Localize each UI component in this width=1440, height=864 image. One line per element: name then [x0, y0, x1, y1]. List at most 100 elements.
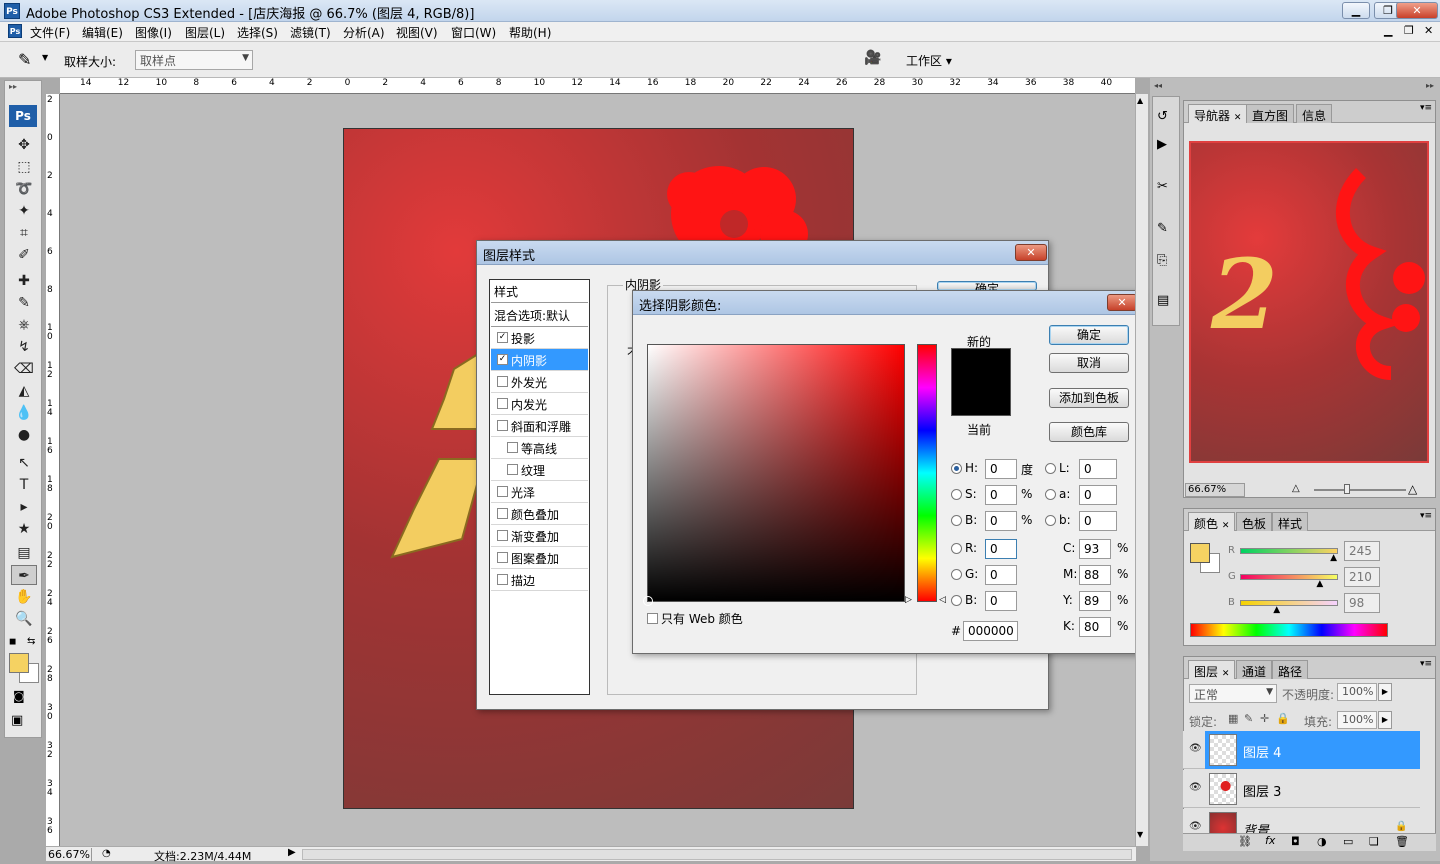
rgb-input-0[interactable]: 0 [985, 539, 1017, 559]
style-checkbox[interactable]: ✓ [497, 354, 508, 365]
lab-input-0[interactable]: 0 [1079, 459, 1117, 479]
lab-input-2[interactable]: 0 [1079, 511, 1117, 531]
default-colors-icon[interactable]: ◼ [9, 637, 16, 647]
status-icon[interactable]: ◔ [102, 848, 111, 859]
delete-layer-icon[interactable]: 🗑 [1395, 835, 1409, 848]
paint-bucket-icon[interactable]: ◭ [11, 381, 37, 401]
channel-slider-1[interactable] [1240, 574, 1338, 580]
history-icon[interactable]: ↺ [1157, 109, 1168, 124]
eyedropper-icon[interactable]: ✎ [18, 50, 31, 69]
direct-select-icon[interactable]: ▸ [11, 497, 37, 517]
zoom-level[interactable]: 66.67% [48, 848, 92, 861]
style-checkbox[interactable] [497, 508, 508, 519]
panel-menu-icon[interactable]: ▾≡ [1420, 659, 1432, 669]
status-menu-arrow-icon[interactable]: ▶ [288, 847, 296, 858]
layer-row-2[interactable]: 👁 背景 🔒 [1183, 809, 1420, 835]
foreground-color-swatch[interactable] [1190, 543, 1210, 563]
style-item-8[interactable]: 颜色叠加 [491, 503, 588, 525]
quick-mask-icon[interactable]: ◙ [13, 689, 25, 703]
magic-wand-icon[interactable]: ✦ [11, 201, 37, 221]
tab-layers[interactable]: 图层 ✕ [1188, 660, 1236, 679]
path-select-icon[interactable]: ↖ [11, 453, 37, 473]
close-icon[interactable]: ✕ [1222, 521, 1230, 531]
lab-input-1[interactable]: 0 [1079, 485, 1117, 505]
hand-tool-icon[interactable]: ✋ [11, 587, 37, 607]
history-brush-icon[interactable]: ↯ [11, 337, 37, 357]
preset-dropdown-icon[interactable]: ▼ [42, 53, 48, 62]
hex-input[interactable]: 000000 [963, 621, 1018, 641]
scroll-up-icon[interactable]: ▲ [1137, 96, 1143, 105]
zoom-in-icon[interactable]: △ [1408, 482, 1417, 496]
menu-item-1[interactable]: 编辑(E) [82, 24, 123, 41]
close-icon[interactable]: ✕ [1107, 294, 1137, 311]
close-icon[interactable]: ✕ [1222, 669, 1230, 679]
hsb-input-1[interactable]: 0 [985, 485, 1017, 505]
cmyk-input-1[interactable]: 88 [1079, 565, 1111, 585]
style-checkbox[interactable] [497, 574, 508, 585]
hue-slider[interactable] [917, 344, 937, 602]
doc-restore-icon[interactable]: ❐ [1404, 24, 1414, 37]
style-item-0[interactable]: ✓ 投影 [491, 327, 588, 349]
horizontal-scrollbar[interactable] [302, 849, 1132, 860]
lock-transparent-icon[interactable]: ▦ [1228, 712, 1238, 725]
style-checkbox[interactable] [497, 420, 508, 431]
rgb-input-1[interactable]: 0 [985, 565, 1017, 585]
style-checkbox[interactable] [507, 442, 518, 453]
layer-comps-icon[interactable]: ▤ [1157, 293, 1169, 308]
style-checkbox[interactable] [507, 464, 518, 475]
tab-channels[interactable]: 通道 [1236, 660, 1273, 679]
blur-tool-icon[interactable]: 💧 [11, 403, 37, 423]
channel-value-0[interactable]: 245 [1344, 541, 1380, 561]
close-icon[interactable]: ✕ [1015, 244, 1047, 261]
layer-row-0[interactable]: 👁 图层 4 [1183, 731, 1420, 769]
saturation-brightness-field[interactable] [643, 344, 905, 606]
menu-item-8[interactable]: 窗口(W) [451, 24, 496, 41]
menu-item-9[interactable]: 帮助(H) [509, 24, 551, 41]
marquee-tool-icon[interactable]: ⬚ [11, 157, 37, 177]
swap-colors-icon[interactable]: ⇆ [27, 636, 35, 647]
doc-close-icon[interactable]: ✕ [1424, 24, 1433, 37]
channel-slider-0[interactable] [1240, 548, 1338, 554]
layer-row-1[interactable]: 👁 图层 3 [1183, 770, 1420, 808]
style-item-3[interactable]: 内发光 [491, 393, 588, 415]
clone-stamp-icon[interactable]: ⎈ [11, 315, 37, 335]
lasso-tool-icon[interactable]: ➰ [11, 179, 37, 199]
tab-color[interactable]: 颜色 ✕ [1188, 512, 1236, 531]
hue-slider-right-arrow-icon[interactable]: ▷ [905, 595, 912, 605]
rgb-radio-1[interactable] [951, 569, 962, 580]
layer-select-area[interactable]: 图层 4 [1205, 731, 1420, 769]
eyedropper-tool-icon[interactable]: ✒ [11, 565, 37, 585]
fill-arrow-icon[interactable]: ▶ [1378, 711, 1392, 729]
panel-menu-icon[interactable]: ▾≡ [1420, 511, 1432, 521]
tab-styles[interactable]: 样式 [1272, 512, 1309, 531]
style-checkbox[interactable] [497, 552, 508, 563]
fx-icon[interactable]: fx [1265, 834, 1275, 847]
layer-select-area[interactable]: 图层 3 [1205, 770, 1420, 808]
zoom-slider[interactable] [1314, 489, 1406, 491]
style-checkbox[interactable] [497, 376, 508, 387]
actions-icon[interactable]: ▶ [1157, 137, 1167, 152]
styles-header[interactable]: 样式 [491, 281, 588, 303]
style-checkbox[interactable] [497, 398, 508, 409]
menu-item-6[interactable]: 分析(A) [343, 24, 385, 41]
navigator-zoom-field[interactable]: 66.67% [1185, 483, 1245, 497]
color-libraries-button[interactable]: 颜色库 [1049, 422, 1129, 442]
style-item-7[interactable]: 光泽 [491, 481, 588, 503]
hue-slider-left-arrow-icon[interactable]: ◁ [939, 595, 946, 605]
adjustment-layer-icon[interactable]: ◑ [1317, 835, 1327, 848]
minimize-button[interactable]: ▁ [1342, 2, 1370, 19]
workspace-menu[interactable]: 工作区 ▾ [906, 52, 952, 69]
eye-icon[interactable]: 👁 [1189, 743, 1202, 754]
menu-item-2[interactable]: 图像(I) [135, 24, 172, 41]
channel-value-2[interactable]: 98 [1344, 593, 1380, 613]
channel-handle-icon-0[interactable]: ▲ [1330, 553, 1337, 563]
tab-info[interactable]: 信息 [1296, 104, 1333, 123]
ps-doc-icon[interactable]: Ps [8, 24, 22, 38]
ok-button[interactable]: 确定 [1049, 325, 1129, 345]
hsb-input-0[interactable]: 0 [985, 459, 1017, 479]
tool-presets-icon[interactable]: ✂ [1157, 179, 1168, 194]
style-item-11[interactable]: 描边 [491, 569, 588, 591]
close-button[interactable]: ✕ [1396, 2, 1438, 19]
lock-image-icon[interactable]: ✎ [1244, 712, 1253, 725]
tab-navigator[interactable]: 导航器 ✕ [1188, 104, 1248, 123]
